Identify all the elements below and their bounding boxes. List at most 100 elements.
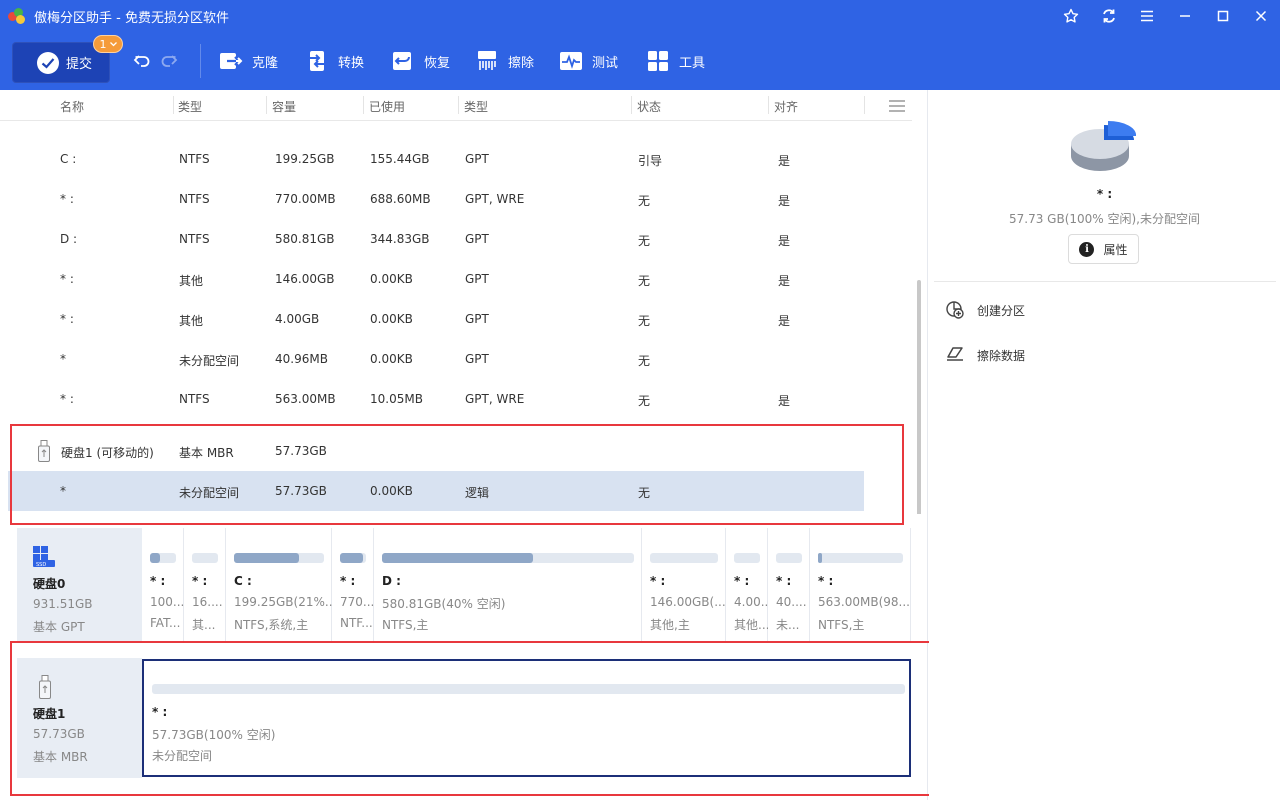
column-divider[interactable] bbox=[768, 96, 769, 114]
properties-button[interactable]: i 属性 bbox=[1068, 234, 1139, 264]
partition-label: * : bbox=[152, 705, 168, 719]
partition-card[interactable]: C : 199.25GB(21%... NTFS,系统,主 bbox=[226, 528, 336, 642]
column-divider[interactable] bbox=[173, 96, 174, 114]
partition-card[interactable]: * : 40.... 未... bbox=[768, 528, 810, 642]
partition-card[interactable]: * : 146.00GB(... 其他,主 bbox=[642, 528, 726, 642]
table-row[interactable]: D : NTFS 580.81GB 344.83GB GPT 无 是 bbox=[8, 219, 864, 259]
wipe-icon bbox=[475, 49, 499, 73]
disk0-card[interactable]: SSD 硬盘0 931.51GB 基本 GPT bbox=[17, 528, 142, 642]
convert-icon bbox=[305, 49, 329, 73]
partition-name: * : bbox=[60, 192, 74, 206]
partition-card[interactable]: * : 4.00... 其他... bbox=[726, 528, 772, 642]
divider bbox=[934, 281, 1276, 282]
test-button[interactable]: 测试 bbox=[559, 48, 618, 74]
disk1-card[interactable]: 硬盘1 57.73GB 基本 MBR bbox=[17, 658, 142, 778]
partition-type: GPT bbox=[465, 352, 489, 366]
partition-size: 57.73GB(100% 空闲) bbox=[152, 728, 276, 742]
usage-bar bbox=[152, 684, 905, 694]
partition-card[interactable]: * : 770.... NTF... bbox=[332, 528, 378, 642]
column-divider[interactable] bbox=[458, 96, 459, 114]
convert-button[interactable]: 转换 bbox=[305, 48, 364, 74]
refresh-icon[interactable] bbox=[1090, 0, 1128, 32]
close-icon[interactable] bbox=[1242, 0, 1280, 32]
selected-partition-title: * : bbox=[1096, 187, 1113, 201]
redo-icon[interactable] bbox=[160, 52, 178, 70]
undo-icon[interactable] bbox=[133, 52, 151, 70]
partition-name: * bbox=[60, 484, 66, 498]
recover-icon bbox=[391, 49, 415, 73]
column-header-capacity[interactable]: 容量 bbox=[272, 98, 296, 115]
partition-size: 770.... bbox=[340, 595, 379, 609]
table-row-selected[interactable]: * 未分配空间 57.73GB 0.00KB 逻辑 无 bbox=[8, 471, 864, 511]
clone-button[interactable]: 克隆 bbox=[219, 48, 278, 74]
partition-capacity: 580.81GB bbox=[275, 232, 335, 246]
pending-operations-badge[interactable]: 1 bbox=[93, 35, 123, 53]
minimize-icon[interactable] bbox=[1166, 0, 1204, 32]
partition-card[interactable]: D : 580.81GB(40% 空闲) NTFS,主 bbox=[374, 528, 642, 642]
partition-type: 逻辑 bbox=[465, 486, 490, 500]
disk-pie-chart-icon bbox=[1068, 120, 1137, 176]
partition-name: * : bbox=[60, 312, 74, 326]
partition-used: 688.60MB bbox=[370, 192, 431, 206]
partition-used: 155.44GB bbox=[370, 152, 430, 166]
disk-size: 57.73GB bbox=[33, 727, 85, 741]
disk-row[interactable]: 硬盘1 (可移动的) 基本 MBR 57.73GB bbox=[8, 431, 864, 471]
partition-capacity: 40.96MB bbox=[275, 352, 328, 366]
disk-style: 基本 MBR bbox=[179, 446, 234, 460]
erase-data-action[interactable]: 擦除数据 bbox=[946, 344, 1025, 366]
column-divider[interactable] bbox=[631, 96, 632, 114]
table-row[interactable]: * : 其他 4.00GB 0.00KB GPT 无 是 bbox=[8, 299, 864, 339]
column-settings-icon[interactable] bbox=[888, 99, 906, 113]
partition-size: 16.... bbox=[192, 595, 223, 609]
table-row[interactable]: * 未分配空间 40.96MB 0.00KB GPT 无 bbox=[8, 339, 864, 379]
column-divider[interactable] bbox=[864, 96, 865, 114]
tools-button[interactable]: 工具 bbox=[646, 48, 705, 74]
ssd-disk-icon: SSD bbox=[33, 546, 57, 571]
erase-data-label: 擦除数据 bbox=[977, 348, 1026, 363]
usage-bar bbox=[340, 553, 366, 563]
column-header-filesystem[interactable]: 类型 bbox=[178, 98, 202, 115]
partition-type: GPT bbox=[465, 232, 489, 246]
partition-used: 10.05MB bbox=[370, 392, 423, 406]
partition-name: * : bbox=[60, 392, 74, 406]
usage-bar bbox=[818, 553, 903, 563]
wipe-button[interactable]: 擦除 bbox=[475, 48, 534, 74]
disk-style: 基本 MBR bbox=[33, 750, 88, 764]
column-divider[interactable] bbox=[266, 96, 267, 114]
column-header-status[interactable]: 状态 bbox=[637, 98, 661, 115]
partition-size: 4.00... bbox=[734, 595, 773, 609]
test-icon bbox=[559, 49, 583, 73]
partition-card[interactable]: * : 100... FAT... bbox=[142, 528, 184, 642]
column-divider[interactable] bbox=[363, 96, 364, 114]
recover-button[interactable]: 恢复 bbox=[391, 48, 450, 74]
menu-icon[interactable] bbox=[1128, 0, 1166, 32]
partition-alignment: 是 bbox=[778, 194, 791, 208]
properties-label: 属性 bbox=[1103, 242, 1128, 257]
usb-drive-icon bbox=[39, 675, 51, 702]
partition-used: 0.00KB bbox=[370, 272, 413, 286]
table-row[interactable]: C : NTFS 199.25GB 155.44GB GPT 引导 是 bbox=[8, 139, 864, 179]
partition-type: 其... bbox=[192, 618, 216, 632]
disk-name: 硬盘1 bbox=[33, 707, 66, 721]
favorite-star-icon[interactable] bbox=[1052, 0, 1090, 32]
partition-capacity: 199.25GB bbox=[275, 152, 335, 166]
partition-status: 无 bbox=[638, 486, 651, 500]
column-header-type[interactable]: 类型 bbox=[464, 98, 488, 115]
partition-size: 40.... bbox=[776, 595, 807, 609]
partition-card[interactable]: * : 16.... 其... bbox=[184, 528, 226, 642]
partition-type: NTF... bbox=[340, 616, 373, 630]
partition-card[interactable]: * : 563.00MB(98... NTFS,主 bbox=[810, 528, 911, 642]
table-row[interactable]: * : NTFS 770.00MB 688.60MB GPT, WRE 无 是 bbox=[8, 179, 864, 219]
info-icon: i bbox=[1079, 241, 1095, 257]
partition-card-selected[interactable]: * : 57.73GB(100% 空闲) 未分配空间 bbox=[142, 659, 911, 777]
maximize-icon[interactable] bbox=[1204, 0, 1242, 32]
table-row[interactable]: * : NTFS 563.00MB 10.05MB GPT, WRE 无 是 bbox=[8, 379, 864, 419]
partition-name: * bbox=[60, 352, 66, 366]
column-header-alignment[interactable]: 对齐 bbox=[774, 98, 798, 115]
app-logo-icon bbox=[8, 7, 26, 25]
table-row[interactable]: * : 其他 146.00GB 0.00KB GPT 无 是 bbox=[8, 259, 864, 299]
column-header-used[interactable]: 已使用 bbox=[369, 98, 405, 115]
column-header-name[interactable]: 名称 bbox=[60, 98, 84, 115]
selected-partition-summary: 57.73 GB(100% 空闲),未分配空间 bbox=[1009, 212, 1200, 226]
create-partition-action[interactable]: 创建分区 bbox=[946, 299, 1025, 321]
